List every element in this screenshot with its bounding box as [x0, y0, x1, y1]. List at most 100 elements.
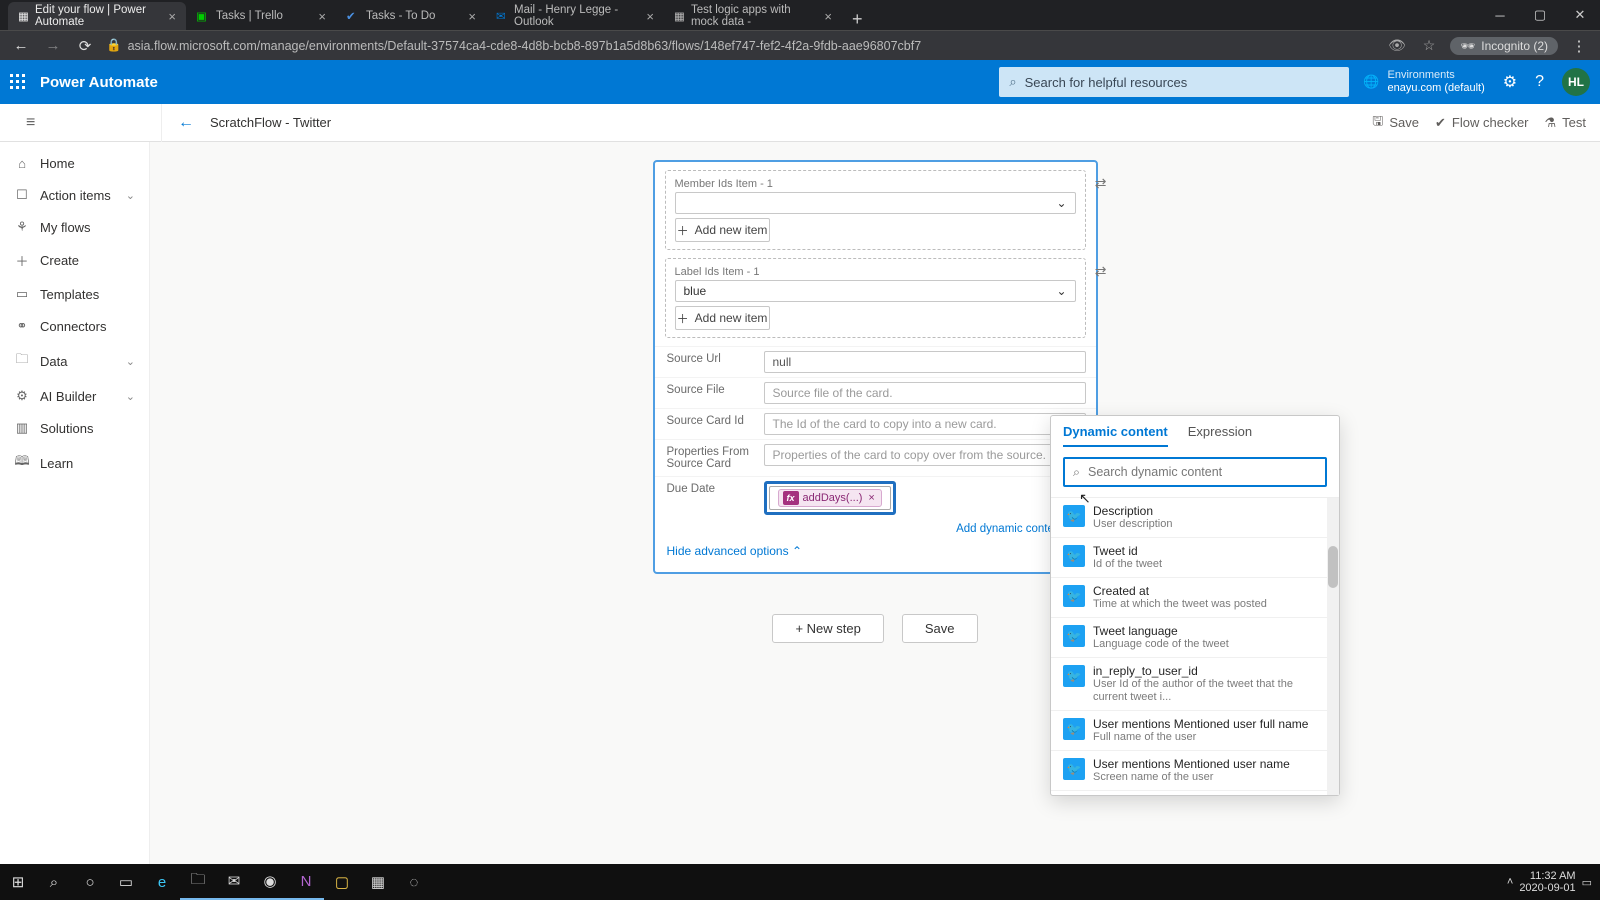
chevron-down-icon: ⌄	[1056, 284, 1066, 298]
bookmark-icon[interactable]: ☆	[1418, 37, 1440, 54]
browser-tab-4[interactable]: ▦Test logic apps with mock data -×	[664, 2, 842, 30]
browser-tab-2[interactable]: ✔Tasks - To Do×	[336, 2, 486, 30]
sticky-notes-button[interactable]: ▢	[324, 864, 360, 900]
back-button[interactable]: ←	[178, 114, 194, 132]
tray-chevron-icon[interactable]: ˄	[1507, 876, 1513, 888]
notifications-button[interactable]: ▭	[1582, 876, 1592, 889]
save-button[interactable]: 🖫Save	[1372, 112, 1419, 134]
browser-tab-3[interactable]: ✉Mail - Henry Legge - Outlook×	[486, 2, 664, 30]
scrollbar[interactable]	[1327, 498, 1339, 795]
nav-item-learn[interactable]: 🕮Learn	[0, 444, 149, 482]
dynamic-content-item[interactable]: 🐦User mentions Mentioned user full nameF…	[1051, 711, 1339, 751]
nav-item-home[interactable]: ⌂Home	[0, 148, 149, 179]
dynamic-content-item[interactable]: 🐦User mentions Mentioned user nameScreen…	[1051, 751, 1339, 791]
add-member-item-button[interactable]: ＋Add new item	[675, 218, 770, 242]
environment-picker[interactable]: 🌐 Environmentsenayu.com (default)	[1363, 69, 1484, 95]
save-flow-button[interactable]: Save	[902, 614, 978, 643]
scrollbar-thumb[interactable]	[1328, 546, 1338, 588]
obs-button[interactable]: ◌	[396, 864, 432, 900]
flyout-search-input[interactable]: ⌕ Search dynamic content	[1063, 457, 1327, 487]
header-search[interactable]: ⌕ Search for helpful resources	[999, 67, 1349, 97]
environment-icon: 🌐	[1363, 74, 1379, 90]
add-dynamic-content-link[interactable]: Add dynamic content ▶	[655, 519, 1096, 536]
chevron-down-icon: ⌄	[126, 390, 135, 403]
browser-tab-0[interactable]: ▦Edit your flow | Power Automate×	[8, 2, 186, 30]
close-icon[interactable]: ×	[168, 9, 176, 24]
token-remove-button[interactable]: ×	[866, 492, 876, 504]
settings-button[interactable]: ⚙	[1503, 72, 1517, 92]
browser-tab-1[interactable]: ▣Tasks | Trello×	[186, 2, 336, 30]
due-date-input[interactable]: fx addDays(...) ×	[769, 486, 891, 510]
url-field[interactable]: 🔒asia.flow.microsoft.com/manage/environm…	[106, 38, 1376, 53]
app-launcher-button[interactable]	[10, 74, 26, 90]
nav-item-action-items[interactable]: ☐Action items⌄	[0, 179, 149, 211]
nav-item-data[interactable]: 🗀Data⌄	[0, 342, 149, 380]
nav-forward-button[interactable]: →	[42, 37, 64, 54]
task-view-button[interactable]: ▭	[108, 864, 144, 900]
clock[interactable]: 11:32 AM 2020-09-01	[1519, 870, 1575, 894]
close-icon[interactable]: ×	[646, 9, 654, 24]
chrome-button[interactable]: ◉	[252, 864, 288, 900]
chevron-down-icon: ⌄	[126, 355, 135, 368]
nav-item-solutions[interactable]: ▥Solutions	[0, 412, 149, 444]
source-url-input[interactable]: null	[764, 351, 1086, 373]
flow-checker-button[interactable]: ✔Flow checker	[1435, 115, 1528, 131]
help-button[interactable]: ?	[1535, 73, 1544, 91]
minimize-button[interactable]: ─	[1480, 0, 1520, 30]
tab-title: Tasks | Trello	[216, 10, 283, 22]
tab-dynamic-content[interactable]: Dynamic content	[1063, 424, 1168, 447]
hide-advanced-toggle[interactable]: Hide advanced options ⌃	[655, 536, 1096, 562]
close-button[interactable]: ✕	[1560, 0, 1600, 30]
start-button[interactable]: ⊞	[0, 864, 36, 900]
dynamic-content-item[interactable]: 🐦Original tweet textText content of the …	[1051, 791, 1339, 795]
edge-button[interactable]: e	[144, 864, 180, 900]
calculator-button[interactable]: ▦	[360, 864, 396, 900]
switch-array-button[interactable]: ⇄	[1095, 175, 1107, 192]
member-ids-select[interactable]: ⌄	[675, 192, 1076, 214]
source-file-input[interactable]: Source file of the card.	[764, 382, 1086, 404]
mail-button[interactable]: ✉	[216, 864, 252, 900]
dynamic-content-item[interactable]: 🐦Tweet languageLanguage code of the twee…	[1051, 618, 1339, 658]
onenote-button[interactable]: N	[288, 864, 324, 900]
new-tab-button[interactable]: +	[842, 9, 873, 30]
eye-off-icon[interactable]: 👁	[1386, 37, 1408, 54]
dynamic-content-item[interactable]: 🐦Created atTime at which the tweet was p…	[1051, 578, 1339, 618]
incognito-indicator[interactable]: 🕶Incognito (2)	[1450, 37, 1558, 55]
test-button[interactable]: ⚗Test	[1545, 115, 1587, 131]
add-label-item-button[interactable]: ＋Add new item	[675, 306, 770, 330]
dynamic-content-item[interactable]: 🐦Tweet idId of the tweet	[1051, 538, 1339, 578]
incognito-label: Incognito (2)	[1481, 39, 1548, 53]
tab-title: Edit your flow | Power Automate	[35, 4, 162, 28]
dynamic-content-flyout: Dynamic content Expression ⌕ Search dyna…	[1050, 415, 1340, 796]
new-step-button[interactable]: + New step	[772, 614, 883, 643]
browser-menu-button[interactable]: ⋮	[1568, 37, 1590, 55]
explorer-button[interactable]: 🗀	[180, 864, 216, 900]
nav-back-button[interactable]: ←	[10, 37, 32, 54]
nav-item-connectors[interactable]: ⚭Connectors	[0, 310, 149, 342]
nav-icon: ⚙	[14, 388, 30, 404]
close-icon[interactable]: ×	[318, 9, 326, 24]
close-icon[interactable]: ×	[468, 9, 476, 24]
expression-token[interactable]: fx addDays(...) ×	[778, 489, 882, 507]
search-button[interactable]: ⌕	[36, 864, 72, 900]
hamburger-button[interactable]: ≡	[26, 114, 35, 132]
source-card-label: Source Card Id	[655, 409, 760, 439]
switch-array-button[interactable]: ⇄	[1095, 263, 1107, 280]
close-icon[interactable]: ×	[824, 9, 832, 24]
user-avatar[interactable]: HL	[1562, 68, 1590, 96]
member-ids-group: ⇄ Member Ids Item - 1 ⌄ ＋Add new item	[665, 170, 1086, 250]
dynamic-content-item[interactable]: 🐦DescriptionUser description	[1051, 498, 1339, 538]
cortana-button[interactable]: ○	[72, 864, 108, 900]
props-input[interactable]: Properties of the card to copy over from…	[764, 444, 1086, 466]
label-ids-select[interactable]: blue⌄	[675, 280, 1076, 302]
reload-button[interactable]: ⟳	[74, 37, 96, 55]
source-card-select[interactable]: The Id of the card to copy into a new ca…	[764, 413, 1086, 435]
nav-item-create[interactable]: ＋Create	[0, 243, 149, 278]
nav-item-templates[interactable]: ▭Templates	[0, 278, 149, 310]
nav-item-my-flows[interactable]: ⚘My flows	[0, 211, 149, 243]
dynamic-content-item[interactable]: 🐦in_reply_to_user_idUser Id of the autho…	[1051, 658, 1339, 711]
maximize-button[interactable]: ▢	[1520, 0, 1560, 30]
nav-item-ai-builder[interactable]: ⚙AI Builder⌄	[0, 380, 149, 412]
tab-expression[interactable]: Expression	[1188, 424, 1252, 447]
flyout-list: 🐦DescriptionUser description🐦Tweet idId …	[1051, 497, 1339, 795]
